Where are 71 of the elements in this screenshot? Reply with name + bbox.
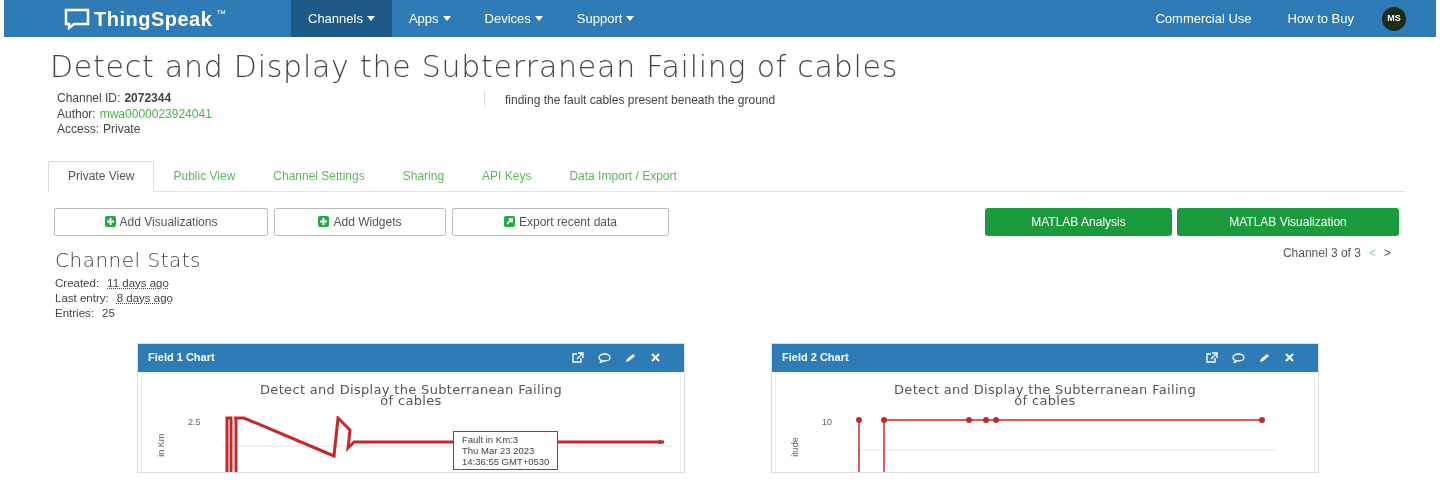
nav-menu[interactable]: Support xyxy=(559,0,652,37)
pencil-icon[interactable] xyxy=(625,352,637,363)
external-link-icon[interactable] xyxy=(572,352,584,363)
comment-icon[interactable] xyxy=(598,352,611,363)
comment-icon[interactable] xyxy=(1232,352,1245,363)
stat-value: 8 days ago xyxy=(116,290,173,306)
pencil-icon[interactable] xyxy=(1259,352,1271,363)
arrow-square-icon xyxy=(503,216,515,227)
data-point xyxy=(881,416,887,423)
data-point xyxy=(1259,416,1265,423)
chart-title: of cables xyxy=(380,394,442,406)
action-button[interactable]: Add Visualizations xyxy=(54,207,268,236)
caret-icon xyxy=(442,16,451,21)
meta-value: Private xyxy=(103,122,141,138)
data-point xyxy=(966,416,972,423)
tooltip-line: Fault in Km:3 xyxy=(462,433,519,445)
section-heading: Channel Stats xyxy=(55,247,202,272)
next-link[interactable]: > xyxy=(1384,243,1391,262)
stat-label: Entries: xyxy=(55,305,94,321)
stat-value: 25 xyxy=(102,305,115,321)
caret-icon xyxy=(626,16,635,21)
close-icon[interactable] xyxy=(651,353,660,362)
tab[interactable]: Private View xyxy=(48,160,155,192)
tooltip-line: 14:36:55 GMT+0530 xyxy=(462,455,550,467)
meta-label: Access: xyxy=(57,122,99,138)
tab[interactable]: Data Import / Export xyxy=(550,160,696,192)
nav-menu[interactable]: Channels xyxy=(291,0,392,37)
channel-description: finding the fault cables present beneath the ground xyxy=(484,91,776,107)
stat-label: Last entry: xyxy=(55,290,109,306)
tooltip-line: Thu Mar 23 2023 xyxy=(462,444,536,456)
tab[interactable]: Sharing xyxy=(383,160,464,192)
axis-label: itude xyxy=(789,436,802,457)
nav-link[interactable]: Commercial Use xyxy=(1137,8,1270,29)
tick-label: 10 xyxy=(822,415,832,429)
chart-title: of cables xyxy=(1014,394,1076,406)
external-link-icon[interactable] xyxy=(1206,352,1218,363)
action-button[interactable]: Add Widgets xyxy=(274,207,446,236)
channel-title: Detect and Display the Subterranean Failing of cables xyxy=(50,49,900,85)
close-icon[interactable] xyxy=(1285,353,1294,362)
stat-value: 11 days ago xyxy=(107,275,169,291)
tab[interactable]: API Keys xyxy=(463,160,551,192)
data-point xyxy=(993,416,999,423)
caret-icon xyxy=(366,16,375,21)
data-point xyxy=(983,416,989,423)
nav-link[interactable]: How to Buy xyxy=(1269,8,1372,29)
tab[interactable]: Channel Settings xyxy=(254,160,384,192)
plus-square-icon xyxy=(318,216,330,227)
axis-label: in Km xyxy=(155,433,168,457)
action-button[interactable]: Export recent data xyxy=(452,207,669,236)
data-point xyxy=(856,416,862,423)
stat-label: Created: xyxy=(55,275,100,291)
chart-title: Detect and Display the Subterranean Failing xyxy=(894,383,1196,395)
tab[interactable]: Public View xyxy=(154,160,255,192)
caret-icon xyxy=(534,16,543,21)
panel-title: Field 1 Chart xyxy=(148,350,215,366)
tick-label: 2.5 xyxy=(188,415,201,429)
meta-label: Channel ID: xyxy=(57,91,121,107)
nav-menu[interactable]: Devices xyxy=(467,0,560,37)
brand-logo[interactable]: ThingSpeak $^{™}$ xyxy=(4,3,291,34)
panel-title: Field 2 Chart xyxy=(782,350,849,366)
matlab-button[interactable]: MATLAB Visualization xyxy=(1177,207,1399,236)
matlab-button[interactable]: MATLAB Analysis xyxy=(985,207,1172,236)
author-link[interactable]: mwa0000023924041 xyxy=(99,106,212,122)
meta-label: Author: xyxy=(57,106,96,122)
chart-title: Detect and Display the Subterranean Failing xyxy=(260,383,562,395)
channel-counter: Channel 3 of 3 xyxy=(1282,244,1361,262)
nav-menu[interactable]: Apps xyxy=(391,0,468,37)
chat-bubble-icon xyxy=(64,7,90,30)
meta-value: 2072344 xyxy=(124,91,172,107)
user-avatar[interactable]: MS xyxy=(1382,6,1406,31)
plus-square-icon xyxy=(104,216,116,227)
